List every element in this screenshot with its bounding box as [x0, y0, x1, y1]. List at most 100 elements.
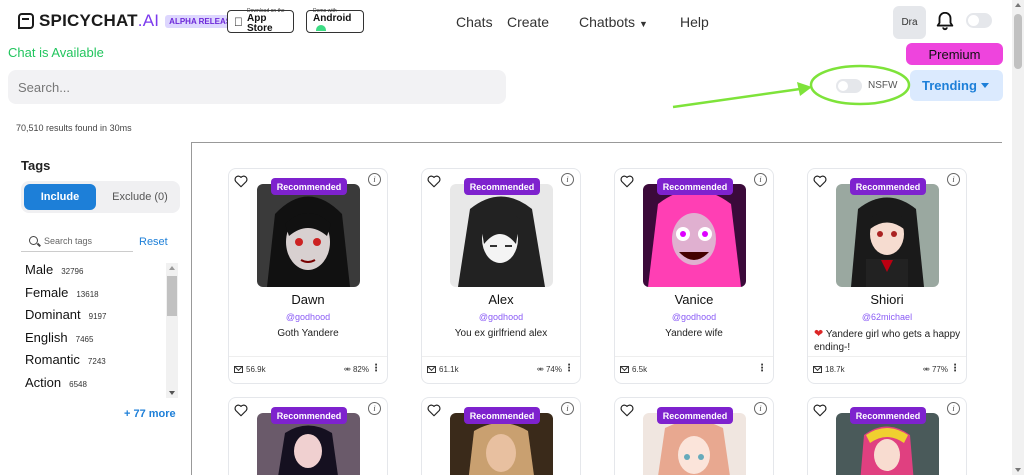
tag-item[interactable]: Action 6548: [25, 375, 165, 398]
tag-list: Male 32796 Female 13618 Dominant 9197 Engli…: [25, 262, 165, 397]
creator-handle[interactable]: @godhood: [615, 312, 773, 322]
rating: ⚮ 77%: [923, 365, 948, 374]
search-input[interactable]: [18, 79, 496, 95]
tag-item[interactable]: Female 13618: [25, 285, 165, 308]
theme-toggle[interactable]: [966, 13, 992, 28]
info-icon[interactable]: i: [368, 173, 381, 186]
nav-create[interactable]: Create: [507, 14, 549, 30]
character-image: [643, 184, 746, 287]
tag-item[interactable]: English 7465: [25, 330, 165, 353]
thumbs-icon: ⚮: [537, 365, 544, 374]
scroll-down-icon[interactable]: [1015, 468, 1021, 472]
character-description: ❤ Yandere girl who gets a happy ending-!: [814, 328, 961, 353]
nav-help[interactable]: Help: [680, 14, 709, 30]
recommended-badge: Recommended: [271, 178, 347, 195]
envelope-icon: [620, 366, 629, 373]
scrollbar-thumb[interactable]: [167, 276, 177, 316]
android-button[interactable]: Demo with Android: [306, 9, 364, 33]
search-icon: [29, 236, 38, 245]
message-count: 56.9k: [234, 365, 266, 374]
more-options-icon[interactable]: ⋮: [564, 364, 574, 374]
rating: ⚮ 82%: [344, 365, 369, 374]
character-description: Yandere wife: [665, 328, 723, 339]
more-options-icon[interactable]: ⋮: [371, 364, 381, 374]
more-options-icon[interactable]: ⋮: [757, 364, 767, 374]
character-card[interactable]: i Recommended Dawn @godhood Goth Yandere…: [228, 168, 388, 384]
avatar[interactable]: Dra: [893, 6, 926, 39]
scroll-down-icon[interactable]: [169, 391, 175, 395]
apple-icon: : [234, 15, 243, 29]
scroll-up-icon[interactable]: [1015, 3, 1021, 7]
heart-icon[interactable]: [620, 175, 634, 188]
info-icon[interactable]: i: [754, 402, 767, 415]
character-card[interactable]: i Recommended Shiori @62michael ❤ Yander…: [807, 168, 967, 384]
character-name: Vanice: [674, 292, 714, 307]
include-exclude-toggle: Include Exclude (0): [21, 181, 180, 213]
info-icon[interactable]: i: [947, 173, 960, 186]
chat-bubble-icon: [18, 13, 34, 29]
recommended-badge: Recommended: [657, 178, 733, 195]
results-count: 70,510 results found in 30ms: [16, 123, 132, 133]
nav-chats[interactable]: Chats: [456, 14, 493, 30]
premium-button[interactable]: Premium: [906, 43, 1003, 65]
info-icon[interactable]: i: [561, 402, 574, 415]
tag-item[interactable]: Male 32796: [25, 262, 165, 285]
sort-dropdown[interactable]: Trending: [910, 70, 1003, 101]
character-card[interactable]: i Recommended: [807, 397, 967, 475]
caret-down-icon: ▼: [638, 19, 648, 29]
info-icon[interactable]: i: [754, 173, 767, 186]
reset-tags-link[interactable]: Reset: [139, 236, 168, 248]
info-icon[interactable]: i: [561, 173, 574, 186]
heart-icon[interactable]: [234, 175, 248, 188]
heart-icon[interactable]: [427, 175, 441, 188]
card-divider: [422, 356, 580, 357]
include-tab[interactable]: Include: [24, 184, 96, 210]
page-scrollbar[interactable]: [1012, 0, 1024, 475]
nsfw-label: NSFW: [868, 80, 898, 91]
annotation-arrow-line: [672, 87, 801, 109]
creator-handle[interactable]: @godhood: [229, 312, 387, 322]
info-icon[interactable]: i: [368, 402, 381, 415]
character-image: [257, 184, 360, 287]
tag-item[interactable]: Dominant 9197: [25, 307, 165, 330]
character-name: Shiori: [870, 292, 904, 307]
caret-down-icon: [981, 83, 989, 88]
heart-icon[interactable]: [813, 404, 827, 417]
search-bar[interactable]: [8, 70, 506, 104]
info-icon[interactable]: i: [947, 402, 960, 415]
scroll-up-icon[interactable]: [169, 266, 175, 270]
character-image: [450, 184, 553, 287]
chat-status-text: Chat is Available: [8, 45, 104, 60]
tag-search-input[interactable]: [44, 235, 124, 246]
recommended-badge: Recommended: [657, 407, 733, 424]
nav-chatbots[interactable]: Chatbots ▼: [579, 14, 648, 30]
thumbs-icon: ⚮: [923, 365, 930, 374]
character-card[interactable]: i Recommended: [614, 397, 774, 475]
character-card[interactable]: i Recommended: [421, 397, 581, 475]
bell-icon[interactable]: [934, 10, 956, 32]
exclude-tab[interactable]: Exclude (0): [103, 184, 177, 210]
tag-list-scrollbar[interactable]: [166, 263, 178, 398]
red-heart-icon: ❤: [814, 328, 824, 340]
more-options-icon[interactable]: ⋮: [950, 364, 960, 374]
scrollbar-thumb[interactable]: [1014, 14, 1022, 69]
sidebar-divider: [191, 142, 192, 475]
card-divider: [615, 356, 773, 357]
creator-handle[interactable]: @godhood: [422, 312, 580, 322]
heart-icon[interactable]: [813, 175, 827, 188]
card-divider: [229, 356, 387, 357]
character-card[interactable]: i Recommended Vanice @godhood Yandere wi…: [614, 168, 774, 384]
app-store-button[interactable]:  Download on the App Store: [227, 9, 294, 34]
creator-handle[interactable]: @62michael: [808, 312, 966, 322]
character-card[interactable]: i Recommended: [228, 397, 388, 475]
tag-search-field[interactable]: [21, 230, 133, 252]
tag-item[interactable]: Romantic 7243: [25, 352, 165, 375]
character-card[interactable]: i Recommended Alex @godhood You ex girlf…: [421, 168, 581, 384]
heart-icon[interactable]: [620, 404, 634, 417]
top-header: SPICYCHAT.AI ALPHA RELEASE  Download on…: [0, 0, 1012, 44]
spicychat-logo[interactable]: SPICYCHAT.AI ALPHA RELEASE: [18, 11, 241, 31]
more-tags-link[interactable]: + 77 more: [124, 408, 176, 420]
heart-icon[interactable]: [234, 404, 248, 417]
heart-icon[interactable]: [427, 404, 441, 417]
nsfw-toggle[interactable]: [836, 79, 862, 93]
